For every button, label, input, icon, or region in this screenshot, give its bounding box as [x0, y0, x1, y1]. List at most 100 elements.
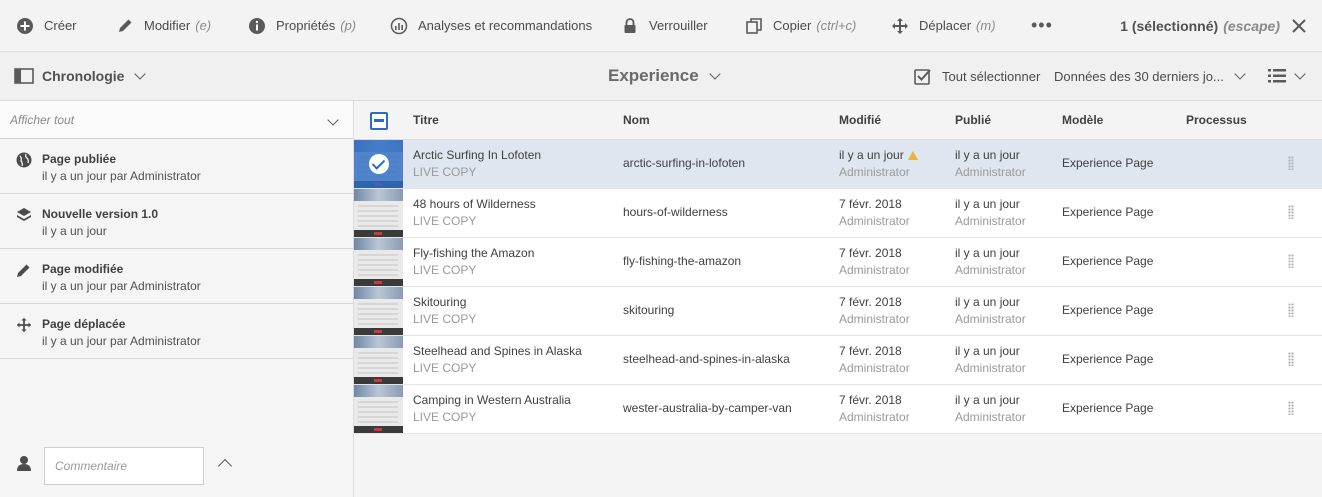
modify-shortcut: (e)	[195, 18, 212, 33]
copy-button[interactable]: Copier (ctrl+c)	[733, 0, 868, 52]
page-thumbnail[interactable]	[354, 238, 403, 286]
drag-handle-icon[interactable]	[1288, 352, 1294, 366]
globe-icon	[16, 152, 32, 168]
table-row[interactable]: Steelhead and Spines in Alaska LIVE COPY …	[354, 336, 1322, 385]
column-header-process[interactable]: Processus	[1186, 101, 1247, 140]
row-published: il y a un jour	[955, 246, 1020, 260]
row-model: Experience Page	[1062, 156, 1154, 170]
lock-label: Verrouiller	[649, 18, 708, 33]
column-header-title[interactable]: Titre	[413, 101, 439, 140]
properties-button[interactable]: Propriétés (p)	[236, 0, 368, 52]
analytics-button[interactable]: Analyses et recommandations	[378, 0, 604, 52]
row-modified: 7 févr. 2018	[839, 295, 902, 309]
page-thumbnail[interactable]	[354, 385, 403, 433]
row-modified: il y a un jour	[839, 148, 904, 162]
date-range-dropdown[interactable]: Données des 30 derniers jo...	[1054, 52, 1246, 100]
row-name: steelhead-and-spines-in-alaska	[623, 352, 790, 366]
timeline-item-title: Page déplacée	[42, 317, 126, 331]
timeline-item[interactable]: Page déplacée il y a un jour par Adminis…	[0, 304, 353, 359]
chevron-down-icon	[327, 114, 339, 126]
create-button[interactable]: Créer	[4, 0, 89, 52]
table-header: Titre Nom Modifié Publié Modèle Processu…	[354, 101, 1322, 140]
selection-label: 1 (sélectionné)	[1120, 18, 1219, 34]
info-icon	[249, 17, 265, 34]
timeline-rail: Afficher tout Page publiée il y a un jou…	[0, 101, 354, 497]
copy-label: Copier	[773, 18, 812, 33]
column-header-name[interactable]: Nom	[623, 101, 650, 140]
rail-selector[interactable]: Chronologie	[14, 52, 147, 100]
page-thumbnail[interactable]	[354, 287, 403, 335]
row-subtitle: LIVE COPY	[413, 410, 477, 424]
breadcrumb[interactable]: Experience	[608, 52, 721, 100]
drag-handle-icon[interactable]	[1288, 156, 1294, 170]
row-published: il y a un jour	[955, 295, 1020, 309]
row-title: Arctic Surfing In Lofoten	[413, 148, 542, 162]
column-header-model[interactable]: Modèle	[1062, 101, 1103, 140]
drag-handle-icon[interactable]	[1288, 205, 1294, 219]
modify-button[interactable]: Modifier (e)	[104, 0, 223, 52]
select-all-button[interactable]: Tout sélectionner	[914, 52, 1040, 100]
row-subtitle: LIVE COPY	[413, 361, 477, 375]
comment-input[interactable]	[44, 447, 204, 485]
create-label: Créer	[44, 18, 77, 33]
chevron-down-icon	[1234, 67, 1246, 80]
move-label: Déplacer	[919, 18, 972, 33]
drag-handle-icon[interactable]	[1288, 303, 1294, 317]
layers-icon	[17, 208, 31, 221]
breadcrumb-label: Experience	[608, 66, 699, 85]
row-name: hours-of-wilderness	[623, 205, 728, 219]
row-model: Experience Page	[1062, 352, 1154, 366]
table-row[interactable]: 48 hours of Wilderness LIVE COPY hours-of…	[354, 189, 1322, 238]
table-row[interactable]: Camping in Western Australia LIVE COPY we…	[354, 385, 1322, 434]
timeline-item[interactable]: Page modifiée il y a un jour par Adminis…	[0, 249, 353, 304]
select-all-label: Tout sélectionner	[942, 68, 1041, 84]
row-modified: 7 févr. 2018	[839, 246, 902, 260]
page-thumbnail[interactable]	[354, 140, 403, 188]
analytics-icon	[390, 17, 408, 34]
row-title: Skitouring	[413, 295, 467, 309]
escape-hint: (escape)	[1223, 18, 1280, 34]
move-button[interactable]: Déplacer (m)	[879, 0, 1008, 52]
list-view-icon	[1268, 69, 1286, 83]
drag-handle-icon[interactable]	[1288, 401, 1294, 415]
table-row[interactable]: Fly-fishing the Amazon LIVE COPY fly-fish…	[354, 238, 1322, 287]
pencil-icon	[119, 19, 132, 32]
close-icon[interactable]	[1290, 17, 1308, 35]
chevron-up-icon[interactable]	[217, 458, 233, 474]
timeline-filter[interactable]: Afficher tout	[0, 101, 353, 139]
row-modified-by: Administrator	[839, 214, 910, 228]
rail-panel-icon	[14, 68, 34, 84]
row-published-by: Administrator	[955, 214, 1026, 228]
row-modified-by: Administrator	[839, 263, 910, 277]
row-name: skitouring	[623, 303, 675, 317]
analytics-label: Analyses et recommandations	[418, 18, 593, 33]
page-thumbnail[interactable]	[354, 336, 403, 384]
move-icon	[16, 317, 32, 333]
chevron-down-icon	[709, 67, 721, 80]
select-all-checkbox[interactable]	[370, 112, 388, 130]
row-published: il y a un jour	[955, 197, 1020, 211]
column-header-published[interactable]: Publié	[955, 101, 991, 140]
timeline-item[interactable]: Page publiée il y a un jour par Administ…	[0, 139, 353, 194]
row-subtitle: LIVE COPY	[413, 263, 477, 277]
row-modified: 7 févr. 2018	[839, 197, 902, 211]
page-thumbnail[interactable]	[354, 189, 403, 237]
chevron-down-icon	[1294, 67, 1306, 80]
lock-button[interactable]: Verrouiller	[609, 0, 720, 52]
column-header-modified[interactable]: Modifié	[839, 101, 881, 140]
drag-handle-icon[interactable]	[1288, 254, 1294, 268]
more-actions-button[interactable]: •••	[1019, 0, 1065, 52]
table-row[interactable]: Skitouring LIVE COPY skitouring 7 févr. 2…	[354, 287, 1322, 336]
timeline-item-subtitle: il y a un jour par Administrator	[42, 169, 201, 183]
timeline-item-title: Page modifiée	[42, 262, 124, 276]
view-switcher[interactable]	[1268, 52, 1306, 100]
lock-icon	[624, 17, 636, 33]
timeline-item-subtitle: il y a un jour par Administrator	[42, 334, 201, 348]
table-row[interactable]: Arctic Surfing In Lofoten LIVE COPY arcti…	[354, 140, 1322, 189]
row-name: fly-fishing-the-amazon	[623, 254, 742, 268]
properties-shortcut: (p)	[340, 18, 357, 33]
row-modified: 7 févr. 2018	[839, 393, 902, 407]
timeline-item[interactable]: Nouvelle version 1.0 il y a un jour	[0, 194, 353, 249]
row-published: il y a un jour	[955, 148, 1020, 162]
rail-selector-label: Chronologie	[42, 68, 125, 84]
